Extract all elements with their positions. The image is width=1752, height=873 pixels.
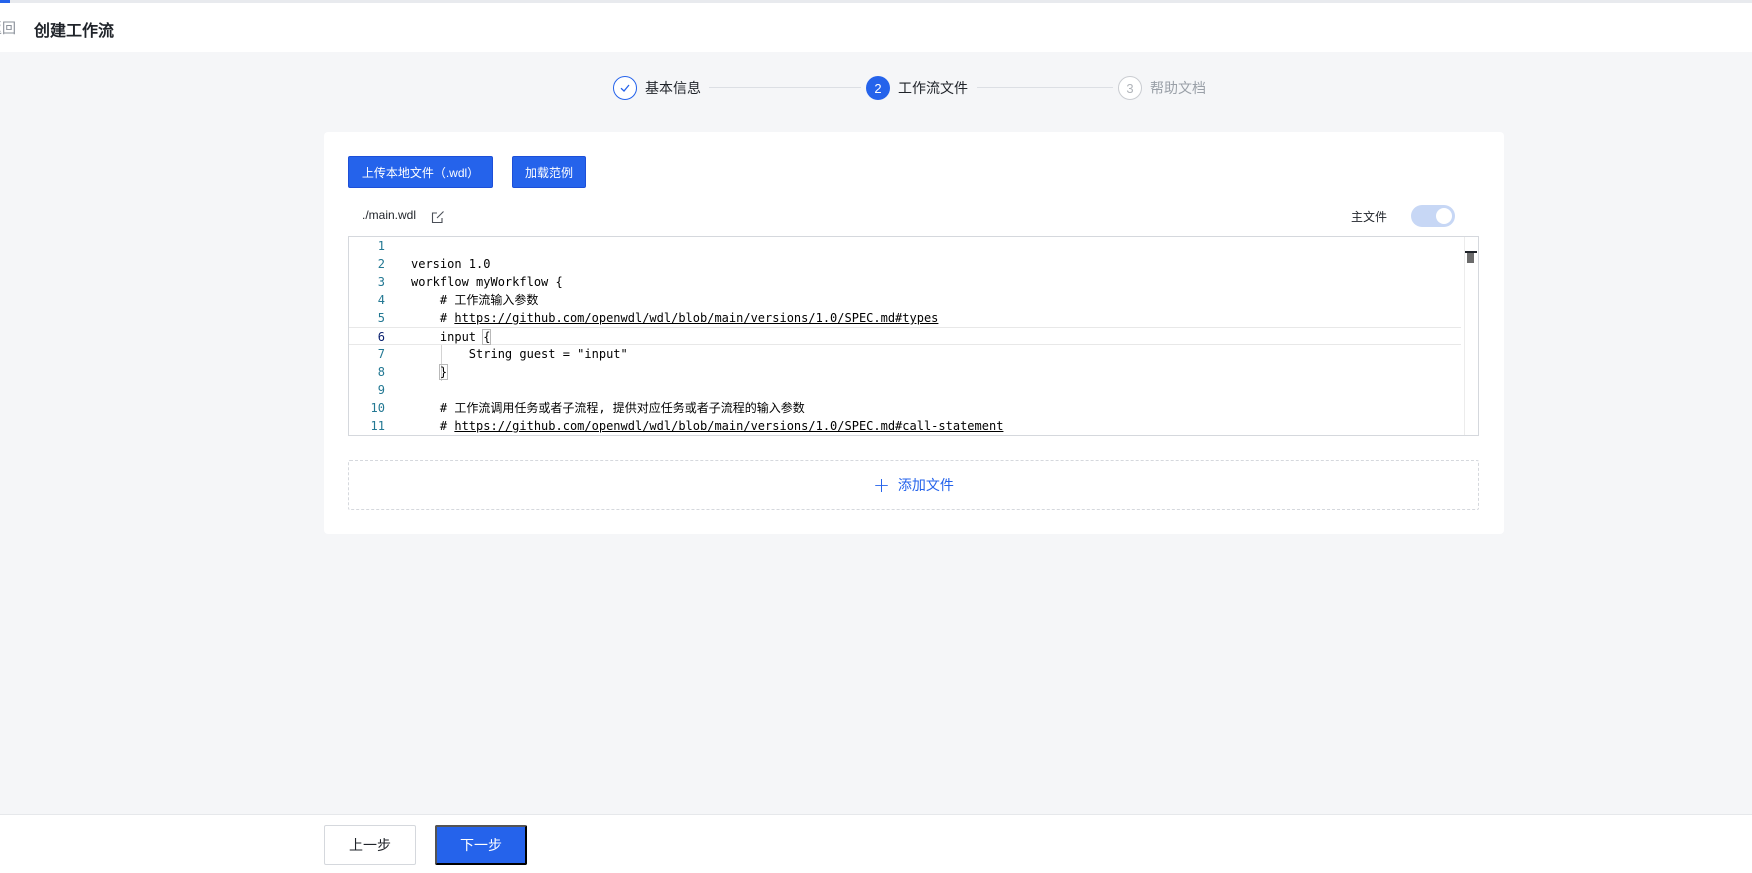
code-text: input { [411, 328, 492, 346]
file-name: ./main.wdl [362, 208, 417, 222]
code-text: # https://github.com/openwdl/wdl/blob/ma… [411, 309, 939, 327]
code-editor[interactable]: 1 2 version 1.0 3 workflow myWorkflow { 4 # 工… [348, 236, 1479, 436]
code-line[interactable]: 2 version 1.0 [349, 255, 1461, 273]
code-line[interactable]: 9 [349, 381, 1461, 399]
code-line[interactable]: 11 # https://github.com/openwdl/wdl/blob… [349, 417, 1461, 435]
add-file-button[interactable]: + 添加文件 [348, 460, 1479, 510]
main-file-toggle[interactable] [1411, 205, 1455, 227]
code-line[interactable]: 10 # 工作流调用任务或者子流程, 提供对应任务或者子流程的输入参数 [349, 399, 1461, 417]
code-prefix: input [411, 330, 484, 344]
step-number: 2 [866, 76, 890, 100]
footer-bar: 上一步 下一步 [0, 814, 1752, 873]
code-text: workflow myWorkflow { [411, 275, 563, 289]
code-text: String guest = "input" [411, 347, 628, 361]
load-sample-button[interactable]: 加载范例 [512, 156, 586, 188]
previous-step-button[interactable]: 上一步 [324, 825, 416, 865]
code-prefix: # [411, 419, 455, 433]
editor-scrollbar[interactable] [1464, 237, 1478, 435]
code-text: # 工作流调用任务或者子流程, 提供对应任务或者子流程的输入参数 [411, 401, 805, 415]
line-number: 4 [377, 293, 385, 307]
code-line[interactable]: 1 [349, 237, 1461, 255]
step-label: 帮助文档 [1150, 81, 1206, 97]
step-label: 基本信息 [645, 81, 701, 97]
edit-icon[interactable] [431, 209, 445, 224]
line-number: 9 [377, 383, 385, 397]
step-number: 3 [1118, 76, 1142, 100]
step-connector [709, 87, 861, 88]
code-line[interactable]: 8 } [349, 363, 1461, 381]
code-text: # https://github.com/openwdl/wdl/blob/ma… [411, 417, 1004, 435]
line-number: 8 [377, 365, 385, 379]
back-link[interactable]: 返回 [0, 18, 16, 38]
scroll-cursor-marker [1465, 251, 1477, 253]
code-line[interactable]: 7 String guest = "input" [349, 345, 1461, 363]
line-number: 5 [377, 311, 385, 325]
step-label: 工作流文件 [898, 81, 968, 97]
step-workflow-file[interactable]: 2 工作流文件 [866, 75, 968, 101]
code-text: } [411, 363, 449, 381]
plus-icon: + [873, 473, 890, 497]
code-prefix [411, 365, 440, 379]
line-number: 10 [370, 401, 385, 415]
stepper: 基本信息 2 工作流文件 3 帮助文档 [613, 75, 1233, 101]
workflow-file-card: 上传本地文件（.wdl） 加载范例 ./main.wdl 主文件 1 2 versi… [324, 132, 1504, 534]
upload-local-file-button[interactable]: 上传本地文件（.wdl） [348, 156, 493, 188]
add-file-label: 添加文件 [897, 478, 954, 494]
code-line[interactable]: 6 input { [349, 327, 1461, 345]
matched-bracket: { [482, 329, 492, 345]
matched-bracket: } [438, 364, 449, 380]
next-step-button[interactable]: 下一步 [435, 825, 527, 865]
line-number: 7 [377, 347, 385, 361]
toggle-knob [1436, 208, 1452, 224]
line-number: 11 [370, 419, 385, 433]
code-line[interactable]: 5 # https://github.com/openwdl/wdl/blob/… [349, 309, 1461, 327]
line-number: 2 [377, 257, 385, 271]
line-number: 1 [377, 239, 385, 253]
code-link[interactable]: https://github.com/openwdl/wdl/blob/main… [454, 311, 938, 325]
step-connector [977, 87, 1113, 88]
file-header-row: ./main.wdl 主文件 [348, 204, 1479, 228]
code-prefix: # [411, 311, 455, 325]
step-help-doc[interactable]: 3 帮助文档 [1118, 75, 1206, 101]
top-bar: 返回 创建工作流 [0, 0, 1752, 52]
code-link[interactable]: https://github.com/openwdl/wdl/blob/main… [454, 419, 1003, 433]
line-number: 3 [377, 275, 385, 289]
step-basic-info[interactable]: 基本信息 [613, 75, 701, 101]
code-line[interactable]: 4 # 工作流输入参数 [349, 291, 1461, 309]
code-line[interactable]: 3 workflow myWorkflow { [349, 273, 1461, 291]
page-title: 创建工作流 [34, 21, 115, 40]
loading-progress-bar [0, 0, 10, 3]
code-text: version 1.0 [411, 257, 491, 271]
main-file-label: 主文件 [1350, 210, 1387, 224]
text-cursor [490, 330, 492, 345]
check-icon [613, 76, 637, 100]
line-number: 6 [377, 330, 385, 344]
code-text: # 工作流输入参数 [411, 293, 539, 307]
